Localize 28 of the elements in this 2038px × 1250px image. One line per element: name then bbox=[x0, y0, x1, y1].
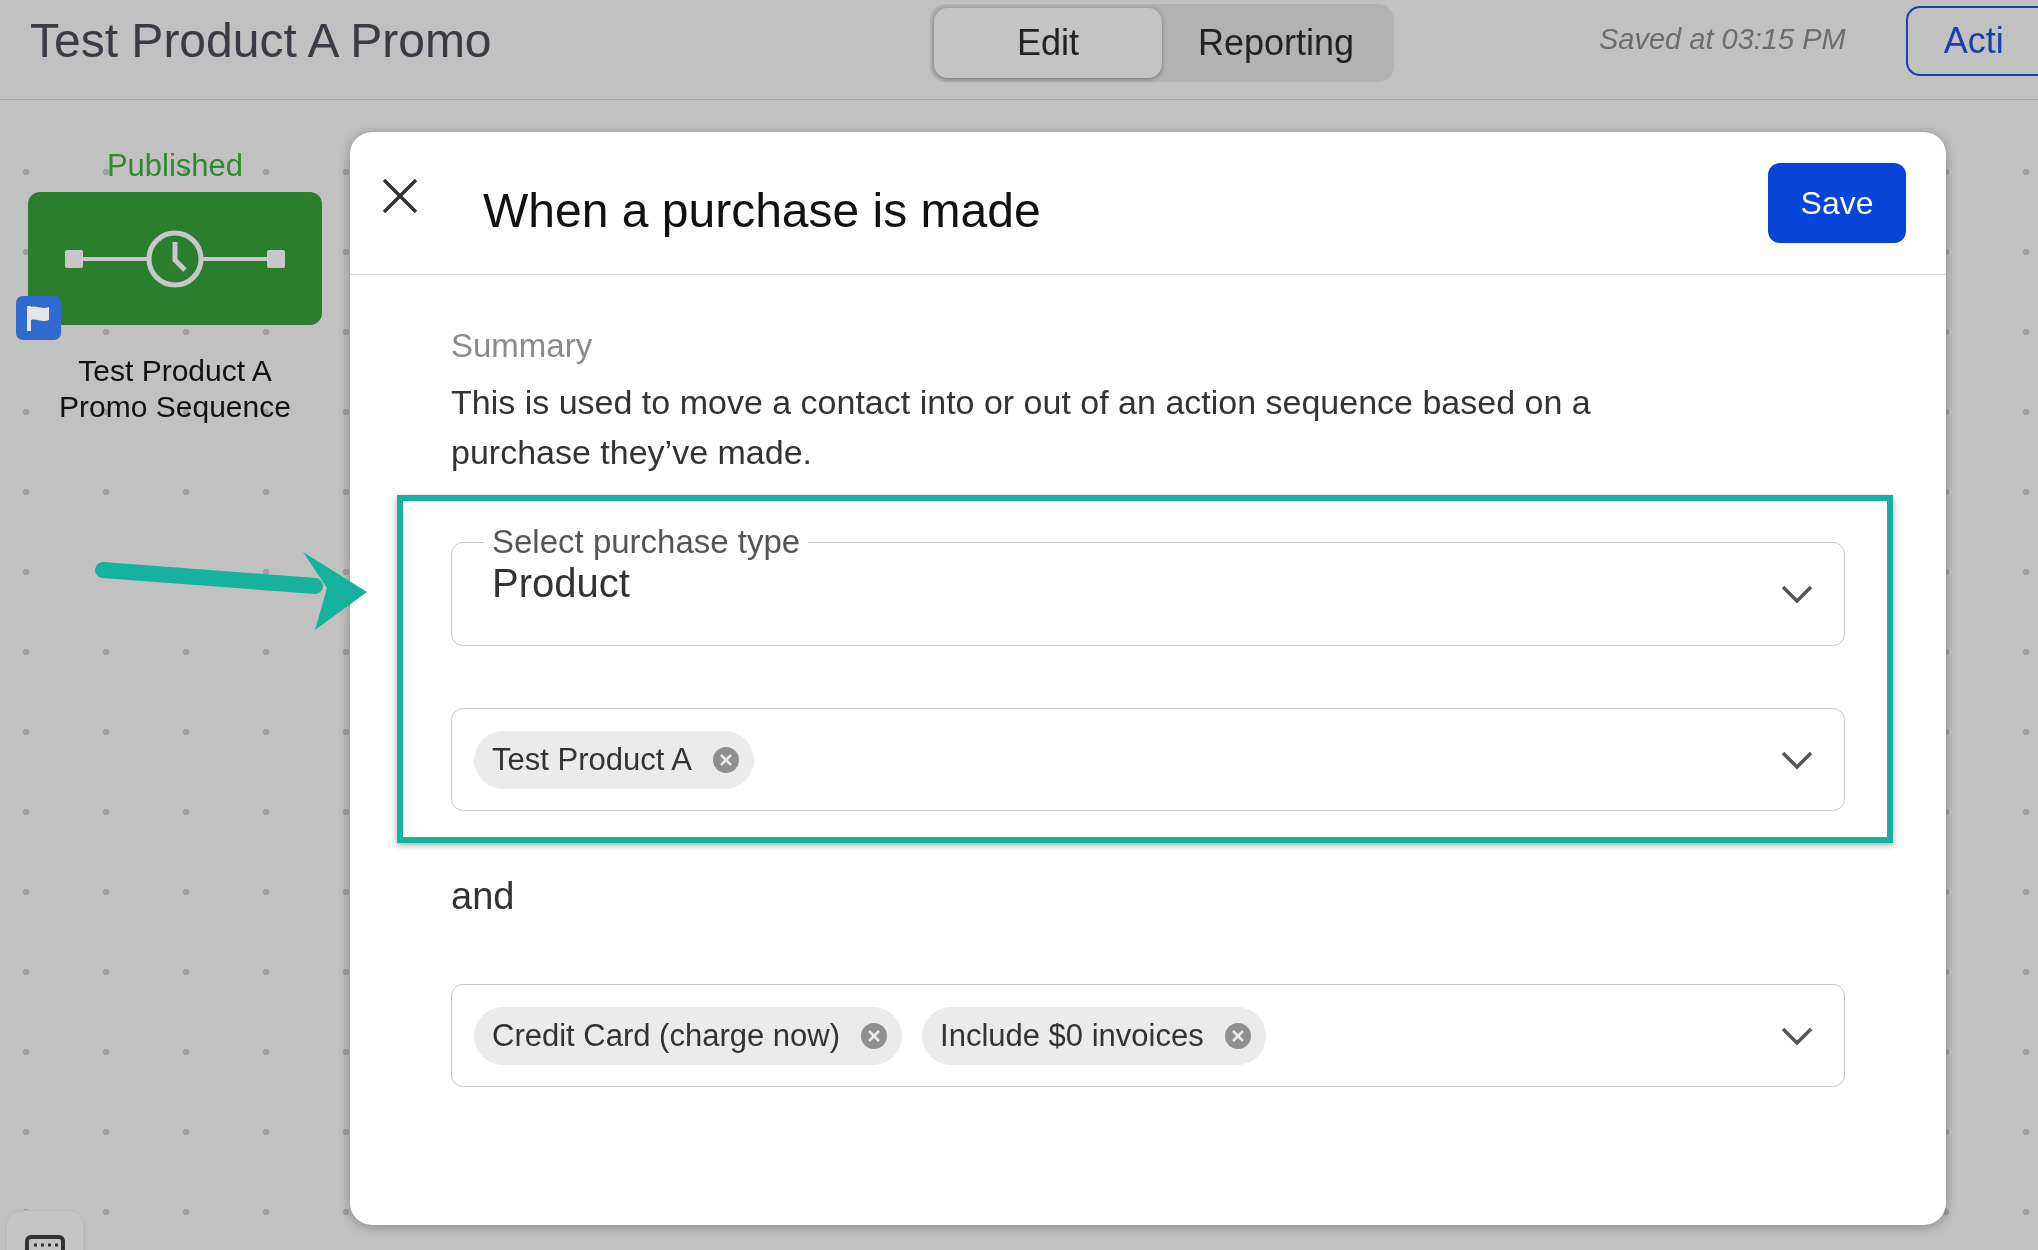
selected-chip: Include $0 invoices bbox=[922, 1006, 1266, 1065]
chevron-down-icon bbox=[1780, 749, 1814, 770]
selected-chip: Test Product A bbox=[474, 730, 754, 789]
chevron-down-icon bbox=[1780, 583, 1814, 604]
remove-icon[interactable] bbox=[1223, 1021, 1252, 1050]
field-value: Product bbox=[492, 561, 631, 606]
node-status: Published bbox=[106, 148, 244, 184]
connector-text: and bbox=[451, 875, 516, 918]
view-tab[interactable]: Edit bbox=[934, 7, 1162, 78]
saved-status: Saved at 03:15 PM bbox=[1599, 23, 1846, 56]
flag-icon bbox=[25, 304, 52, 332]
chevron-down-icon bbox=[1780, 1025, 1814, 1046]
summary-label: Summary bbox=[451, 327, 594, 365]
view-tab[interactable]: Reporting bbox=[1162, 7, 1390, 78]
actions-button[interactable]: Acti bbox=[1905, 5, 2038, 76]
close-icon bbox=[380, 176, 420, 216]
close-button[interactable] bbox=[380, 176, 420, 216]
selected-chip: Credit Card (charge now) bbox=[474, 1006, 903, 1065]
multi-select-field[interactable]: Credit Card (charge now) Include $0 invoices bbox=[451, 984, 1845, 1087]
save-button[interactable]: Save bbox=[1768, 163, 1906, 243]
page-title: Test Product A Promo bbox=[30, 13, 493, 68]
remove-icon[interactable] bbox=[860, 1021, 889, 1050]
remove-icon[interactable] bbox=[711, 745, 740, 774]
node-name: Test Product A Promo Sequence bbox=[58, 353, 292, 425]
summary-text: This is used to move a contact into or out of an action sequence based on a purchase they’ve made. bbox=[451, 382, 1592, 473]
sequence-node[interactable] bbox=[28, 192, 322, 325]
multi-select-field[interactable]: Test Product A bbox=[451, 708, 1845, 811]
dialog-title: When a purchase is made bbox=[483, 182, 1042, 238]
